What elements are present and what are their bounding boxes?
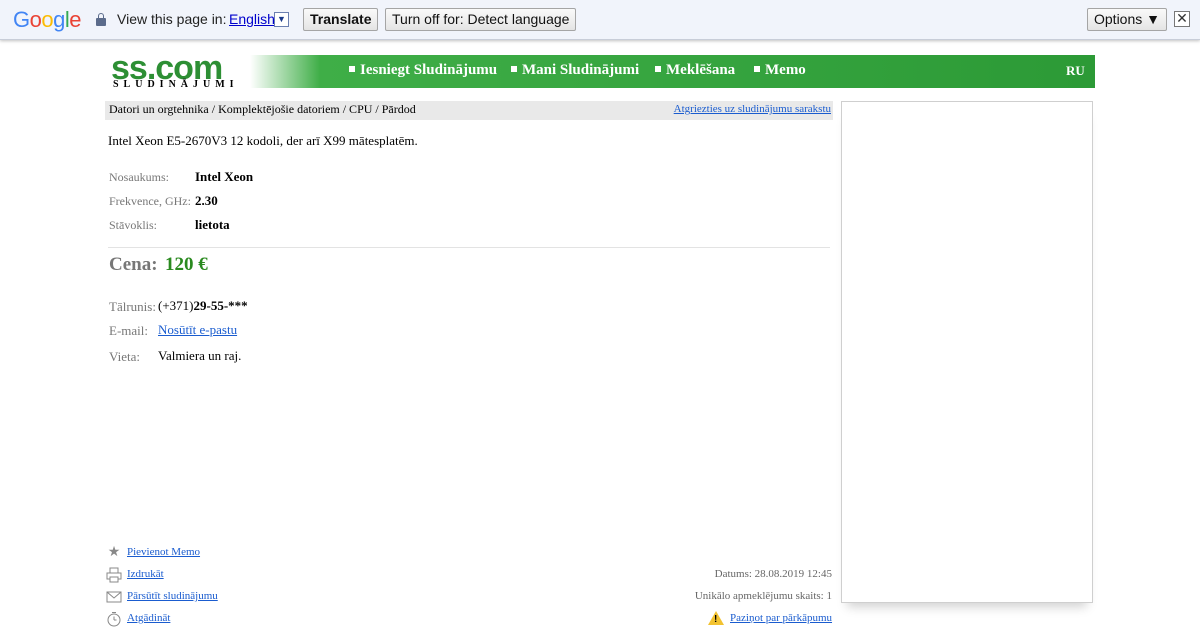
google-logo: Google (13, 7, 82, 32)
phone-label: Tālrunis: (109, 299, 156, 314)
spec-value-frequency: 2.30 (195, 193, 218, 208)
ad-date: Datums: 28.08.2019 12:45 (714, 568, 832, 580)
nav-label: Iesniegt Sludinājumu (360, 62, 498, 78)
spec-label-frequency: Frekvence, GHz: (109, 194, 191, 208)
bullet-icon (754, 65, 760, 72)
turn-off-button[interactable]: Turn off for: Detect language (385, 8, 577, 31)
remind-link[interactable]: Atgādināt (127, 612, 170, 624)
lock-icon (96, 13, 106, 26)
bullet-icon (349, 65, 355, 72)
phone-prefix: (+371) (158, 298, 194, 313)
spec-value-name: Intel Xeon (195, 169, 254, 184)
back-to-list-link[interactable]: Atgriezties uz sludinājumu sarakstu (674, 103, 831, 115)
nav-label: Memo (765, 62, 806, 78)
price-label: Cena: (109, 254, 158, 275)
print-link[interactable]: Izdrukāt (127, 568, 164, 580)
place-label: Vieta: (109, 349, 140, 364)
view-page-label: View this page in: (117, 11, 227, 27)
side-banner (841, 101, 1093, 603)
logo-subtitle: SLUDINĀJUMI (113, 79, 239, 90)
language-select[interactable]: English (229, 11, 275, 27)
options-button[interactable]: Options ▼ (1087, 8, 1167, 31)
price-value: 120 € (165, 254, 208, 275)
breadcrumb[interactable]: Datori un orgtehnika / Komplektējošie da… (109, 102, 416, 117)
nav-search[interactable]: Meklēšana (655, 62, 735, 79)
language-switch-ru[interactable]: RU (1066, 63, 1085, 79)
chevron-down-icon[interactable]: ▼ (274, 12, 289, 27)
clock-icon (106, 611, 122, 627)
translate-button[interactable]: Translate (303, 8, 379, 31)
ad-description: Intel Xeon E5-2670V3 12 kodoli, der arī … (108, 133, 418, 148)
nav-label: Meklēšana (666, 62, 736, 78)
translate-bar: Google View this page in: English ▼ Tran… (0, 0, 1200, 40)
send-email-link[interactable]: Nosūtīt e-pastu (158, 322, 237, 337)
report-violation-link[interactable]: Paziņot par pārkāpumu (730, 612, 832, 624)
nav-my-ads[interactable]: Mani Sludinājumi (511, 62, 639, 79)
bullet-icon (655, 65, 661, 72)
email-label: E-mail: (109, 323, 148, 338)
close-icon[interactable]: ✕ (1174, 11, 1190, 27)
spec-label-condition: Stāvoklis: (109, 218, 158, 232)
place-value: Valmiera un raj. (158, 348, 242, 363)
nav-submit-ad[interactable]: Iesniegt Sludinājumu (349, 62, 497, 79)
spec-label-name: Nosaukums: (109, 170, 169, 184)
site-logo[interactable]: ss.com SLUDINĀJUMI (111, 50, 251, 92)
printer-icon (106, 567, 122, 583)
bullet-icon (511, 65, 517, 72)
phone-number: 29-55-*** (193, 298, 248, 313)
nav-memo[interactable]: Memo (754, 62, 806, 79)
unique-views: Unikālo apmeklējumu skaits: 1 (694, 590, 832, 602)
divider (108, 247, 830, 248)
nav-label: Mani Sludinājumi (522, 62, 640, 78)
add-memo-link[interactable]: Pievienot Memo (127, 546, 200, 558)
star-icon: ★ (107, 545, 121, 560)
phone-value[interactable]: (+371)29-55-*** (158, 298, 248, 314)
envelope-icon (106, 589, 122, 605)
spec-value-condition: lietota (195, 217, 230, 232)
forward-ad-link[interactable]: Pārsūtīt sludinājumu (127, 590, 218, 602)
